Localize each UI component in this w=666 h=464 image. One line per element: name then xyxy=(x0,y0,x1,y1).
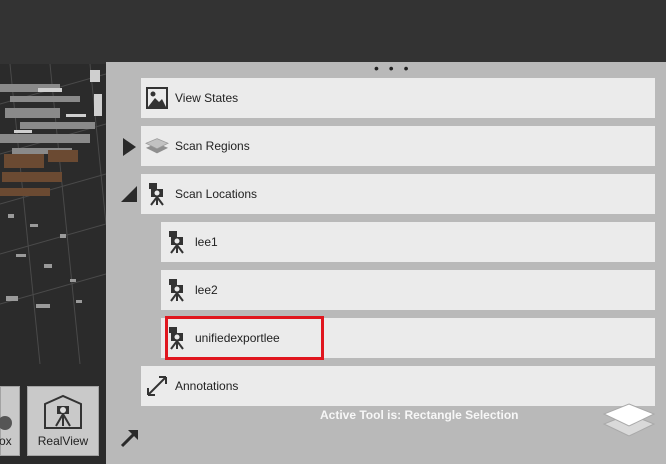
tree-item-label: lee2 xyxy=(195,283,218,297)
realview-label: RealView xyxy=(37,434,89,448)
tree-item-view-states[interactable]: View States xyxy=(141,78,655,118)
selection-highlight-box xyxy=(165,316,324,360)
realview-icon xyxy=(44,394,82,429)
panel-grip-handle[interactable]: • • • xyxy=(374,61,411,75)
image-icon xyxy=(145,86,169,110)
active-tool-status: Active Tool is: Rectangle Selection xyxy=(320,408,519,422)
tree-item-label: Annotations xyxy=(175,379,239,393)
tripod-camera-icon xyxy=(145,182,169,206)
tree-item-scan-locations[interactable]: Scan Locations xyxy=(141,174,655,214)
tree-item-annotations[interactable]: Annotations xyxy=(141,366,655,406)
collapse-arrow-icon[interactable] xyxy=(121,186,137,202)
stacked-layers-icon[interactable] xyxy=(602,400,656,445)
tree-item-label: Scan Locations xyxy=(175,187,258,201)
tree-item-scan-regions[interactable]: Scan Regions xyxy=(141,126,655,166)
tree-item-lee2[interactable]: lee2 xyxy=(161,270,655,310)
tripod-camera-icon xyxy=(165,278,189,302)
tripod-camera-icon xyxy=(165,230,189,254)
diagonal-arrow-icon xyxy=(145,374,169,398)
tree-item-lee1[interactable]: lee1 xyxy=(161,222,655,262)
expand-arrow-icon[interactable] xyxy=(123,138,136,156)
tree-item-label: lee1 xyxy=(195,235,218,249)
tree-item-label: View States xyxy=(175,91,239,105)
realview-button[interactable]: RealView xyxy=(27,386,99,456)
partial-tool-label: ox xyxy=(0,434,12,448)
top-bar xyxy=(0,0,666,64)
partial-tool-button[interactable]: ox xyxy=(0,386,20,456)
corner-expand-arrow-icon[interactable] xyxy=(118,426,142,455)
tree-item-label: Scan Regions xyxy=(175,139,250,153)
partial-tool-icon xyxy=(0,416,12,430)
layers-icon xyxy=(145,134,169,158)
project-tree-panel: • • • View States Scan Regions Scan Loca… xyxy=(106,61,666,464)
